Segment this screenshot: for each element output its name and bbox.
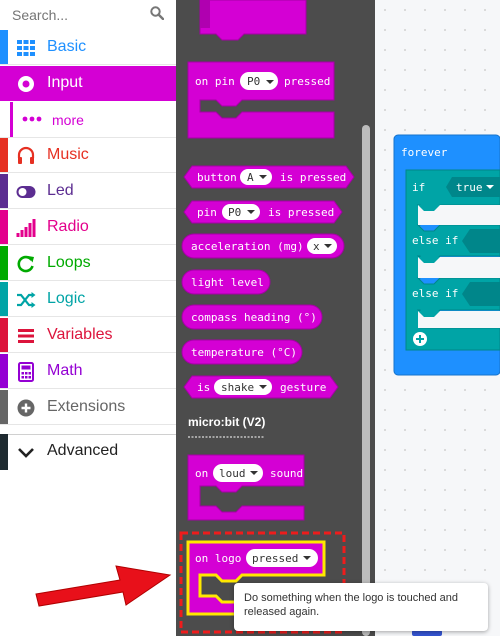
light-level-label: light level: [191, 276, 264, 289]
else-if-label: else if: [412, 234, 458, 247]
gesture-prefix: is: [197, 381, 210, 394]
button-prefix: button: [197, 171, 237, 184]
else-if-label: else if: [412, 287, 458, 300]
add-branch-icon[interactable]: [413, 332, 427, 346]
section-label: micro:bit (V2): [188, 415, 265, 429]
button-suffix: is pressed: [280, 171, 346, 184]
compass-heading-label: compass heading (°): [191, 311, 317, 324]
acceleration-block[interactable]: acceleration (mg) x: [181, 233, 345, 259]
tooltip: Do something when the logo is touched an…: [234, 583, 488, 631]
axis-dropdown[interactable]: [307, 238, 337, 254]
on-pin-prefix: on pin: [195, 75, 235, 88]
light-level-block[interactable]: light level: [181, 269, 271, 295]
on-pin-suffix: pressed: [284, 75, 330, 88]
condition-slot[interactable]: [462, 229, 500, 253]
tooltip-text: Do something when the logo is touched an…: [244, 592, 459, 618]
annotation-arrow-icon: [35, 565, 172, 607]
pin-dropdown-value: P0: [247, 75, 260, 88]
forever-label: forever: [401, 146, 448, 159]
gesture-suffix: gesture: [280, 381, 326, 394]
on-logo-prefix: on logo: [195, 552, 241, 565]
event-block-partial[interactable]: [199, 0, 307, 41]
true-value: true: [456, 181, 483, 194]
button-is-pressed-block[interactable]: button A is pressed: [183, 165, 355, 189]
logo-dropdown-value: pressed: [252, 552, 298, 565]
if-label: if: [412, 181, 425, 194]
temperature-label: temperature (°C): [191, 346, 297, 359]
temperature-block[interactable]: temperature (°C): [181, 339, 303, 365]
button-dropdown-value: A: [247, 171, 254, 184]
axis-dropdown-value: x: [313, 240, 320, 253]
pin-dropdown-value: P0: [228, 206, 241, 219]
condition-slot[interactable]: [462, 282, 500, 306]
gesture-block[interactable]: is shake gesture: [183, 375, 339, 399]
pin-prefix: pin: [197, 206, 217, 219]
on-sound-suffix: sound: [270, 467, 303, 480]
on-pin-pressed-block[interactable]: on pin P0 pressed: [187, 61, 335, 139]
pin-suffix: is pressed: [268, 206, 334, 219]
sound-dropdown-value: loud: [219, 467, 246, 480]
if-else-block[interactable]: if true else if else if: [405, 169, 500, 351]
blocks-layer: on pin P0 pressed button A is pressed pi…: [35, 0, 500, 636]
on-sound-block[interactable]: on loud sound: [187, 454, 305, 521]
on-sound-prefix: on: [195, 467, 208, 480]
acceleration-label: acceleration (mg): [191, 240, 304, 253]
button-dropdown[interactable]: [240, 169, 272, 185]
pin-is-pressed-block[interactable]: pin P0 is pressed: [183, 200, 343, 224]
compass-heading-block[interactable]: compass heading (°): [181, 304, 323, 330]
gesture-dropdown-value: shake: [221, 381, 254, 394]
